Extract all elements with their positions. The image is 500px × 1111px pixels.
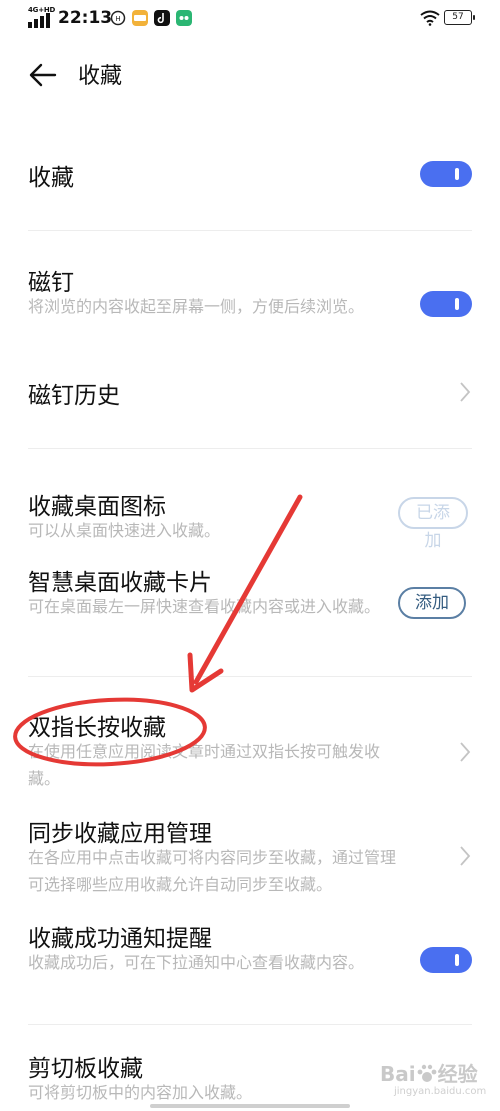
- divider: [28, 448, 472, 449]
- setting-title: 收藏成功通知提醒: [28, 926, 212, 952]
- setting-desc: 可将剪切板中的内容加入收藏。: [28, 1083, 253, 1102]
- wifi-icon: [420, 10, 440, 26]
- setting-row-collect[interactable]: 收藏: [0, 140, 500, 210]
- status-bar: 4G+HD 22:13 H 57: [0, 0, 500, 40]
- setting-title: 双指长按收藏: [28, 715, 166, 741]
- status-time: 22:13: [58, 8, 113, 28]
- setting-title: 磁钉: [28, 270, 74, 296]
- setting-row-sync-management[interactable]: 同步收藏应用管理 在各应用中点击收藏可将内容同步至收藏，通过管理可选择哪些应用收…: [0, 810, 500, 910]
- success-notify-toggle[interactable]: [420, 947, 472, 973]
- watermark-glyph: 经验: [437, 1062, 478, 1086]
- signal-icon: [28, 13, 50, 28]
- magnetic-pin-toggle[interactable]: [420, 291, 472, 317]
- setting-desc: 可在桌面最左一屏快速查看收藏内容或进入收藏。: [28, 597, 381, 616]
- setting-title: 同步收藏应用管理: [28, 821, 212, 847]
- battery-icon: 57: [444, 10, 475, 25]
- setting-desc: 在各应用中点击收藏可将内容同步至收藏，通过管理可选择哪些应用收藏允许自动同步至收…: [28, 848, 397, 894]
- watermark-url: jingyan.baidu.com: [394, 1086, 487, 1097]
- chevron-right-icon: [460, 846, 471, 866]
- setting-title: 剪切板收藏: [28, 1056, 143, 1082]
- setting-desc: 在使用任意应用阅读文章时通过双指长按可触发收藏。: [28, 742, 381, 788]
- setting-row-success-notify[interactable]: 收藏成功通知提醒 收藏成功后，可在下拉通知中心查看收藏内容。: [0, 915, 500, 1015]
- home-indicator[interactable]: [150, 1104, 350, 1108]
- divider: [28, 1024, 472, 1025]
- baidu-watermark: Bai 经验: [380, 1058, 478, 1087]
- added-button: 已添加: [398, 497, 468, 551]
- setting-row-desktop-icon[interactable]: 收藏桌面图标 可以从桌面快速进入收藏。 已添加: [0, 475, 500, 551]
- setting-desc: 将浏览的内容收起至屏幕一侧，方便后续浏览。: [28, 297, 365, 316]
- chevron-right-icon: [460, 382, 471, 402]
- setting-row-pin-history[interactable]: 磁钉历史: [0, 360, 500, 424]
- setting-title: 智慧桌面收藏卡片: [28, 570, 212, 596]
- setting-desc: 收藏成功后，可在下拉通知中心查看收藏内容。: [28, 953, 365, 972]
- setting-row-smart-card[interactable]: 智慧桌面收藏卡片 可在桌面最左一屏快速查看收藏内容或进入收藏。 添加: [0, 555, 500, 655]
- app-notification-icon: [132, 10, 148, 26]
- setting-row-magnetic-pin[interactable]: 磁钉 将浏览的内容收起至屏幕一侧，方便后续浏览。: [0, 255, 500, 355]
- setting-desc: 可以从桌面快速进入收藏。: [28, 521, 221, 540]
- header: 收藏: [0, 40, 500, 110]
- setting-title: 磁钉历史: [28, 383, 120, 409]
- watermark-text: Bai: [380, 1062, 416, 1086]
- vpn-icon: H: [110, 10, 126, 26]
- svg-text:H: H: [115, 15, 120, 23]
- setting-title: 收藏: [28, 165, 74, 191]
- back-arrow-icon[interactable]: [28, 60, 58, 90]
- add-button[interactable]: 添加: [398, 587, 466, 619]
- setting-title: 收藏桌面图标: [28, 494, 166, 520]
- paw-icon: [417, 1064, 437, 1082]
- app-notification-icon-2: [176, 10, 192, 26]
- divider: [28, 676, 472, 677]
- setting-row-two-finger-collect[interactable]: 双指长按收藏 在使用任意应用阅读文章时通过双指长按可触发收藏。: [0, 700, 500, 800]
- chevron-right-icon: [460, 742, 471, 762]
- notification-icons: H: [110, 10, 192, 26]
- divider: [28, 230, 472, 231]
- page-title: 收藏: [78, 64, 123, 89]
- tiktok-icon: [154, 10, 170, 26]
- collect-toggle[interactable]: [420, 161, 472, 187]
